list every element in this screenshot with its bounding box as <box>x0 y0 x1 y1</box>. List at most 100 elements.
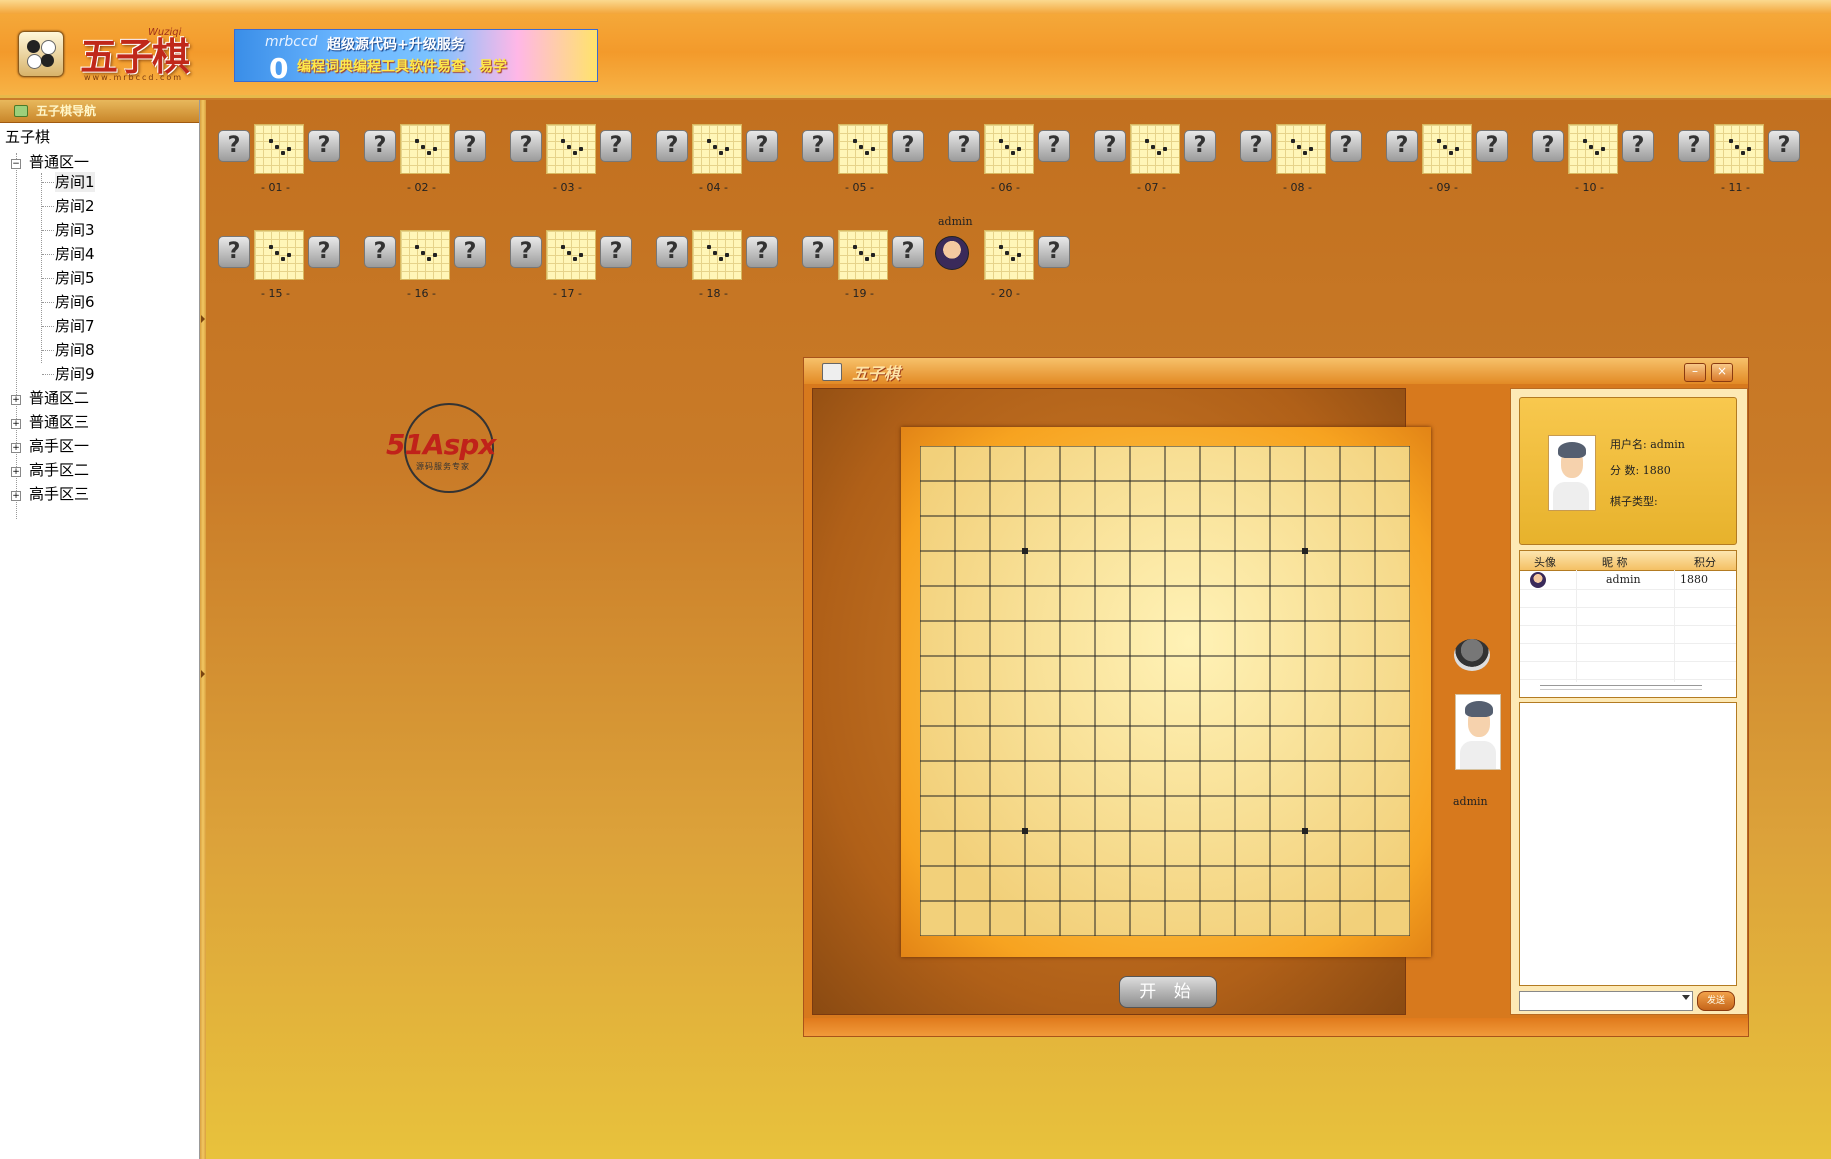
watermark-text: 51Aspx <box>386 428 496 461</box>
empty-seat-right[interactable]: ? <box>600 236 632 268</box>
expand-icon[interactable]: + <box>11 443 21 453</box>
table-number: - 11 - <box>1721 181 1750 194</box>
empty-seat-right[interactable]: ? <box>892 236 924 268</box>
window-titlebar[interactable]: 五子棋 – × <box>804 358 1748 384</box>
expand-icon[interactable]: + <box>11 491 21 501</box>
empty-seat-right[interactable]: ? <box>1476 130 1508 162</box>
expand-icon[interactable]: + <box>11 467 21 477</box>
tree-root[interactable]: 五子棋 <box>5 127 50 147</box>
table-board-icon[interactable] <box>546 124 596 174</box>
piece-row: 棋子类型: <box>1610 493 1658 509</box>
minimize-button[interactable]: – <box>1684 363 1706 382</box>
game-table: ?? - 17 - <box>498 221 632 321</box>
empty-seat-right[interactable]: ? <box>308 236 340 268</box>
empty-seat-left[interactable]: ? <box>218 236 250 268</box>
horizontal-scrollbar[interactable] <box>1540 685 1702 690</box>
table-board-icon[interactable] <box>400 230 450 280</box>
tree-zone-6[interactable]: 高手区三 <box>29 484 89 504</box>
logo-url: www.mrbccd.com <box>84 73 184 82</box>
empty-seat-right[interactable]: ? <box>892 130 924 162</box>
nav-title: 五子棋导航 <box>36 104 97 118</box>
collapse-icon[interactable]: − <box>11 159 21 169</box>
tree-room-9[interactable]: 房间9 <box>55 364 95 384</box>
seated-player-avatar[interactable] <box>935 236 969 270</box>
table-board-icon[interactable] <box>1130 124 1180 174</box>
empty-seat-left[interactable]: ? <box>802 236 834 268</box>
empty-seat-left[interactable]: ? <box>1386 130 1418 162</box>
table-board-icon[interactable] <box>984 124 1034 174</box>
empty-seat-left[interactable]: ? <box>1094 130 1126 162</box>
username-row: 用户名: admin <box>1610 436 1685 452</box>
tree-room-8[interactable]: 房间8 <box>55 340 95 360</box>
expand-icon[interactable]: + <box>11 419 21 429</box>
star-point <box>1302 828 1308 834</box>
table-row[interactable]: admin 1880 <box>1520 571 1736 590</box>
tree-room-5[interactable]: 房间5 <box>55 268 95 288</box>
start-button[interactable]: 开 始 <box>1119 976 1217 1008</box>
empty-seat-left[interactable]: ? <box>510 236 542 268</box>
empty-seat-right[interactable]: ? <box>1038 130 1070 162</box>
tree-zone-5[interactable]: 高手区二 <box>29 460 89 480</box>
tree-zone-1[interactable]: 普通区一 <box>29 152 89 172</box>
empty-seat-left[interactable]: ? <box>510 130 542 162</box>
table-board-icon[interactable] <box>1714 124 1764 174</box>
chat-log <box>1519 702 1737 986</box>
empty-seat-left[interactable]: ? <box>948 130 980 162</box>
empty-seat-left[interactable]: ? <box>364 236 396 268</box>
empty-seat-left[interactable]: ? <box>364 130 396 162</box>
tree-room-6[interactable]: 房间6 <box>55 292 95 312</box>
tree-zone-3[interactable]: 普通区三 <box>29 412 89 432</box>
table-board-icon[interactable] <box>692 124 742 174</box>
tree-room-1[interactable]: 房间1 <box>55 172 95 192</box>
empty-seat-right[interactable]: ? <box>454 236 486 268</box>
tree-room-2[interactable]: 房间2 <box>55 196 95 216</box>
empty-seat-right[interactable]: ? <box>1768 130 1800 162</box>
empty-seat-left[interactable]: ? <box>656 130 688 162</box>
chat-input[interactable] <box>1519 991 1693 1011</box>
empty-seat-right[interactable]: ? <box>1330 130 1362 162</box>
empty-seat-right[interactable]: ? <box>1184 130 1216 162</box>
tree-room-4[interactable]: 房间4 <box>55 244 95 264</box>
board-grid[interactable] <box>920 446 1410 936</box>
empty-seat-right[interactable]: ? <box>600 130 632 162</box>
empty-seat-right[interactable]: ? <box>746 236 778 268</box>
table-board-icon[interactable] <box>254 124 304 174</box>
watermark-sub: 源码服务专家 <box>416 462 470 471</box>
tree-room-3[interactable]: 房间3 <box>55 220 95 240</box>
table-board-icon[interactable] <box>692 230 742 280</box>
tree-room-7[interactable]: 房间7 <box>55 316 95 336</box>
table-board-icon[interactable] <box>546 230 596 280</box>
empty-seat-right[interactable]: ? <box>454 130 486 162</box>
table-board-icon[interactable] <box>984 230 1034 280</box>
table-board-icon[interactable] <box>400 124 450 174</box>
table-board-icon[interactable] <box>254 230 304 280</box>
gomoku-board[interactable] <box>920 446 1410 936</box>
empty-seat-left[interactable]: ? <box>656 236 688 268</box>
empty-seat-right[interactable]: ? <box>1038 236 1070 268</box>
seated-player-name: admin <box>938 215 973 228</box>
tree-zone-4[interactable]: 高手区一 <box>29 436 89 456</box>
opponent-avatar <box>1455 694 1501 770</box>
table-board-icon[interactable] <box>1276 124 1326 174</box>
table-number: - 18 - <box>699 287 728 300</box>
close-button[interactable]: × <box>1711 363 1733 382</box>
table-board-icon[interactable] <box>838 124 888 174</box>
table-number: - 09 - <box>1429 181 1458 194</box>
send-button[interactable]: 发送 <box>1697 991 1735 1011</box>
table-board-icon[interactable] <box>1568 124 1618 174</box>
expand-icon[interactable]: + <box>11 395 21 405</box>
table-board-icon[interactable] <box>838 230 888 280</box>
empty-seat-left[interactable]: ? <box>1240 130 1272 162</box>
table-board-icon[interactable] <box>1422 124 1472 174</box>
empty-seat-right[interactable]: ? <box>746 130 778 162</box>
score-label: 分 数: <box>1610 464 1640 477</box>
empty-seat-left[interactable]: ? <box>218 130 250 162</box>
tree-zone-2[interactable]: 普通区二 <box>29 388 89 408</box>
empty-seat-left[interactable]: ? <box>1678 130 1710 162</box>
empty-seat-left[interactable]: ? <box>1532 130 1564 162</box>
empty-seat-left[interactable]: ? <box>802 130 834 162</box>
chevron-down-icon[interactable] <box>1682 995 1690 1000</box>
empty-seat-right[interactable]: ? <box>308 130 340 162</box>
empty-seat-right[interactable]: ? <box>1622 130 1654 162</box>
ad-banner[interactable]: mrbccd 0 超级源代码+升级服务 编程词典编程工具软件易查、易学 <box>234 29 598 82</box>
